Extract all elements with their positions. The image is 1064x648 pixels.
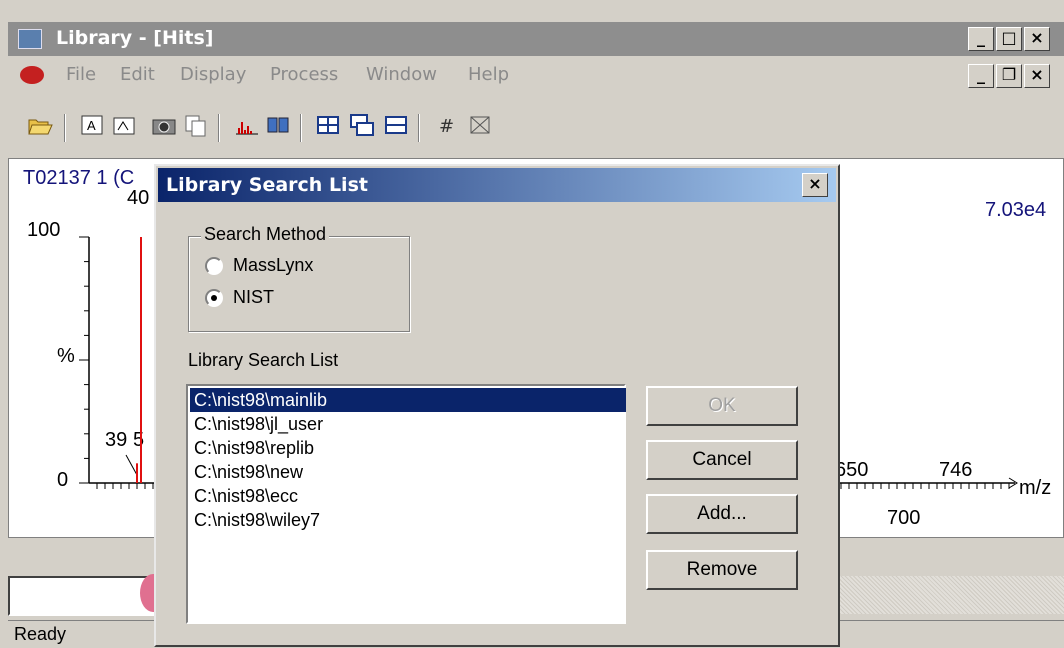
print-list-icon[interactable] xyxy=(110,112,138,138)
search-method-label: Search Method xyxy=(201,224,330,245)
camera-icon[interactable] xyxy=(150,112,178,138)
toolbar-separator xyxy=(218,114,220,142)
dialog-title-bar: Library Search List × xyxy=(158,168,836,202)
menu-help[interactable]: Help xyxy=(468,64,509,85)
svg-text:#: # xyxy=(439,116,454,137)
list-item[interactable]: C:\nist98\replib xyxy=(190,436,626,460)
desktop-strip xyxy=(0,0,1064,22)
library-listbox[interactable]: C:\nist98\mainlib C:\nist98\jl_user C:\n… xyxy=(186,384,626,624)
print-spectrum-icon[interactable]: A xyxy=(78,112,106,138)
tile-icon[interactable] xyxy=(314,112,342,138)
library-search-list-dialog: Library Search List × Search Method Mass… xyxy=(154,164,840,647)
cancel-button[interactable]: Cancel xyxy=(646,440,798,480)
list-item[interactable]: C:\nist98\mainlib xyxy=(190,388,626,412)
spectrum-bars-icon[interactable] xyxy=(232,112,260,138)
close-icon: × xyxy=(1030,28,1044,47)
radio-selected-dot xyxy=(211,295,217,301)
close-icon: × xyxy=(808,174,822,193)
progress-area xyxy=(840,576,1064,614)
restore-icon: ❐ xyxy=(1001,65,1017,84)
minimize-icon: _ xyxy=(977,65,985,84)
menu-edit[interactable]: Edit xyxy=(120,64,155,85)
library-app-icon xyxy=(18,29,42,49)
doc-restore-button[interactable]: ❐ xyxy=(996,64,1022,88)
menu-bar: File Edit Display Process Window Help _ … xyxy=(8,58,1064,94)
list-item[interactable]: C:\nist98\wiley7 xyxy=(190,508,626,532)
minimize-button[interactable]: _ xyxy=(968,27,994,51)
add-button[interactable]: Add... xyxy=(646,494,798,534)
window-title: Library - [Hits] xyxy=(56,27,214,49)
radio-masslynx[interactable] xyxy=(205,257,223,275)
toolbar-separator xyxy=(64,114,66,142)
doc-minimize-button[interactable]: _ xyxy=(968,64,994,88)
book-icon[interactable] xyxy=(264,112,292,138)
close-button[interactable]: × xyxy=(1024,27,1050,51)
zoom-fit-icon[interactable] xyxy=(466,112,494,138)
document-menu-icon[interactable] xyxy=(20,66,44,84)
copy-icon[interactable] xyxy=(182,112,210,138)
menu-window[interactable]: Window xyxy=(366,64,437,85)
status-text: Ready xyxy=(14,624,67,644)
close-icon: × xyxy=(1030,65,1044,84)
stack-icon[interactable] xyxy=(382,112,410,138)
svg-text:A: A xyxy=(87,118,96,133)
maximize-button[interactable]: □ xyxy=(996,27,1022,51)
open-folder-icon[interactable] xyxy=(26,112,54,138)
dialog-title: Library Search List xyxy=(166,174,368,196)
list-item[interactable]: C:\nist98\new xyxy=(190,460,626,484)
cascade-icon[interactable] xyxy=(348,112,376,138)
menu-display[interactable]: Display xyxy=(180,64,246,85)
menu-process[interactable]: Process xyxy=(270,64,338,85)
toolbar-separator xyxy=(418,114,420,142)
minimize-icon: _ xyxy=(977,28,985,47)
library-list-label: Library Search List xyxy=(188,350,339,370)
menu-file[interactable]: File xyxy=(66,64,96,85)
peak-pointer-line xyxy=(125,454,138,476)
remove-button[interactable]: Remove xyxy=(646,550,798,590)
hash-icon[interactable]: # xyxy=(432,112,460,138)
list-item[interactable]: C:\nist98\jl_user xyxy=(190,412,626,436)
option-masslynx-label[interactable]: MassLynx xyxy=(233,255,313,276)
list-item[interactable]: C:\nist98\ecc xyxy=(190,484,626,508)
search-method-group: Search Method MassLynx NIST xyxy=(188,224,410,332)
option-nist-label[interactable]: NIST xyxy=(233,287,274,308)
doc-close-button[interactable]: × xyxy=(1024,64,1050,88)
ok-button[interactable]: OK xyxy=(646,386,798,426)
window-title-bar: Library - [Hits] _ □ × xyxy=(8,22,1064,56)
toolbar-separator xyxy=(300,114,302,142)
maximize-icon: □ xyxy=(1001,28,1017,47)
radio-nist[interactable] xyxy=(205,289,223,307)
toolbar: A # xyxy=(8,104,1064,148)
dialog-close-button[interactable]: × xyxy=(802,173,828,197)
